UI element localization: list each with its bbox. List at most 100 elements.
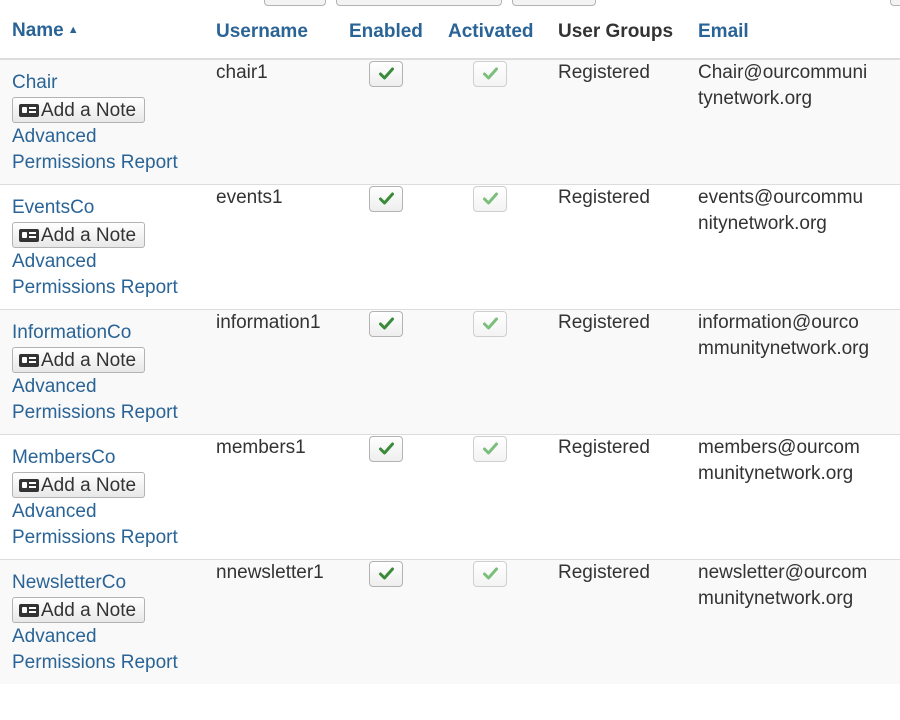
user-groups-cell: Registered [558, 559, 698, 684]
email-cell: members@ourcom munitynetwork.org [698, 434, 900, 560]
activated-status-button [473, 436, 507, 462]
email-line: nitynetwork.org [698, 213, 827, 234]
name-cell: InformationCo Add a Note Advanced Permiss… [0, 309, 216, 435]
column-header-enabled[interactable]: Enabled [349, 6, 448, 60]
user-groups-text: Registered [558, 62, 650, 83]
permissions-link-line: Permissions Report [12, 652, 178, 673]
name-cell: Chair Add a Note Advanced Permissions Rep… [0, 58, 216, 185]
user-name-link[interactable]: EventsCo [12, 195, 216, 221]
email-line: events@ourcommu [698, 187, 864, 208]
id-card-icon [19, 479, 39, 492]
username-cell: nnewsletter1 [216, 559, 349, 684]
username-cell: events1 [216, 184, 349, 310]
id-card-icon [19, 104, 39, 117]
permissions-link-line: Advanced [12, 501, 97, 522]
permissions-report-link[interactable]: Advanced Permissions Report [12, 249, 216, 301]
user-groups-text: Registered [558, 312, 650, 333]
user-name-link[interactable]: MembersCo [12, 445, 216, 471]
email-line: members@ourcom [698, 437, 860, 458]
user-groups-cell: Registered [558, 309, 698, 435]
user-groups-text: Registered [558, 562, 650, 583]
add-note-button[interactable]: Add a Note [12, 97, 146, 123]
username-text: members1 [216, 437, 306, 458]
permissions-link-line: Permissions Report [12, 527, 178, 548]
check-icon [379, 317, 394, 330]
permissions-link-line: Permissions Report [12, 402, 178, 423]
enabled-cell [349, 559, 448, 684]
check-icon [379, 67, 394, 80]
activated-cell [448, 309, 558, 435]
caret-up-icon: ▲ [67, 24, 79, 36]
email-cell: events@ourcommu nitynetwork.org [698, 184, 900, 310]
permissions-report-link[interactable]: Advanced Permissions Report [12, 374, 216, 426]
username-text: nnewsletter1 [216, 562, 324, 583]
activated-status-button [473, 311, 507, 337]
column-header-name[interactable]: Name ▲ [0, 6, 216, 60]
add-note-button[interactable]: Add a Note [12, 472, 146, 498]
activated-status-button [473, 561, 507, 587]
enabled-cell [349, 309, 448, 435]
email-cell: Chair@ourcommuni tynetwork.org [698, 58, 900, 185]
column-header-username[interactable]: Username [216, 6, 349, 60]
user-name-link[interactable]: Chair [12, 70, 216, 96]
permissions-report-link[interactable]: Advanced Permissions Report [12, 624, 216, 676]
column-header-activated[interactable]: Activated [448, 6, 558, 60]
user-groups-text: Registered [558, 187, 650, 208]
check-icon [483, 567, 498, 580]
check-icon [483, 67, 498, 80]
enabled-toggle-button[interactable] [369, 186, 403, 212]
email-cell: newsletter@ourcom munitynetwork.org [698, 559, 900, 684]
enabled-toggle-button[interactable] [369, 61, 403, 87]
column-header-email[interactable]: Email [698, 6, 900, 60]
user-groups-cell: Registered [558, 184, 698, 310]
table-row: Chair Add a Note Advanced Permissions Rep… [0, 58, 900, 185]
check-icon [483, 442, 498, 455]
enabled-toggle-button[interactable] [369, 311, 403, 337]
name-cell: NewsletterCo Add a Note Advanced Permissi… [0, 559, 216, 684]
enabled-toggle-button[interactable] [369, 436, 403, 462]
activated-status-button [473, 61, 507, 87]
name-cell: EventsCo Add a Note Advanced Permissions … [0, 184, 216, 310]
email-line: munitynetwork.org [698, 588, 854, 609]
permissions-link-line: Advanced [12, 126, 97, 147]
table-row: NewsletterCo Add a Note Advanced Permissi… [0, 559, 900, 684]
activated-cell [448, 559, 558, 684]
permissions-link-line: Permissions Report [12, 152, 178, 173]
user-groups-cell: Registered [558, 58, 698, 185]
user-name-link[interactable]: NewsletterCo [12, 570, 216, 596]
email-line: Chair@ourcommuni [698, 62, 868, 83]
username-cell: chair1 [216, 58, 349, 185]
user-groups-text: Registered [558, 437, 650, 458]
username-text: events1 [216, 187, 283, 208]
activated-cell [448, 58, 558, 185]
column-header-label: Activated [448, 21, 534, 42]
enabled-cell [349, 434, 448, 560]
enabled-toggle-button[interactable] [369, 561, 403, 587]
add-note-label: Add a Note [41, 350, 137, 371]
permissions-link-line: Advanced [12, 251, 97, 272]
user-name-link[interactable]: InformationCo [12, 320, 216, 346]
users-table: Name ▲ Username Enabled Activated User Gr… [0, 6, 900, 684]
add-note-button[interactable]: Add a Note [12, 222, 146, 248]
id-card-icon [19, 604, 39, 617]
id-card-icon [19, 229, 39, 242]
permissions-report-link[interactable]: Advanced Permissions Report [12, 124, 216, 176]
permissions-link-line: Permissions Report [12, 277, 178, 298]
add-note-button[interactable]: Add a Note [12, 597, 146, 623]
check-icon [379, 567, 394, 580]
column-header-user-groups: User Groups [558, 6, 698, 60]
permissions-report-link[interactable]: Advanced Permissions Report [12, 499, 216, 551]
add-note-label: Add a Note [41, 100, 137, 121]
email-line: munitynetwork.org [698, 463, 854, 484]
activated-cell [448, 184, 558, 310]
column-header-label: User Groups [558, 21, 674, 42]
add-note-button[interactable]: Add a Note [12, 347, 146, 373]
table-row: InformationCo Add a Note Advanced Permiss… [0, 309, 900, 435]
permissions-link-line: Advanced [12, 626, 97, 647]
add-note-label: Add a Note [41, 225, 137, 246]
email-cell: information@ourco mmunitynetwork.org [698, 309, 900, 435]
email-line: information@ourco [698, 312, 859, 333]
username-cell: information1 [216, 309, 349, 435]
table-row: MembersCo Add a Note Advanced Permissions… [0, 434, 900, 560]
username-text: chair1 [216, 62, 268, 83]
